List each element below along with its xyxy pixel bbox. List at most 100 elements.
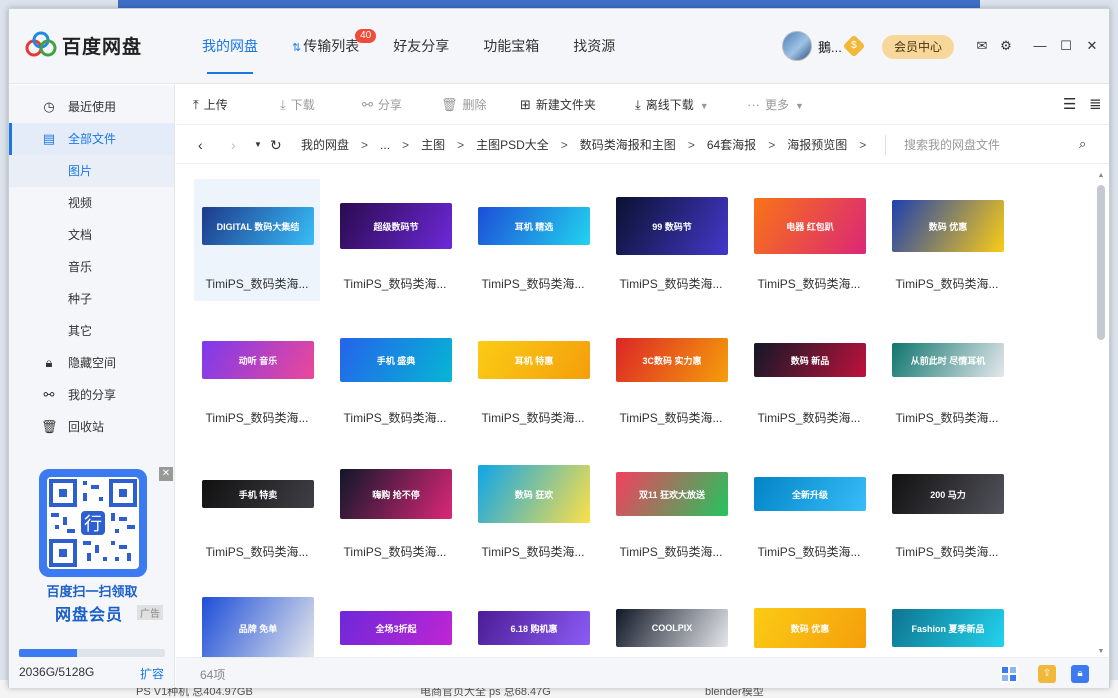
tab-find-resources[interactable]: 找资源 [556,9,632,84]
sidebar-item-hidden-space[interactable]: 🔒︎ 隐藏空间 [9,347,174,379]
sidebar-item-all-files[interactable]: ▤ 全部文件 [9,123,174,155]
sort-icon[interactable]: ☰ [1063,85,1076,125]
sidebar-item-images[interactable]: 图片 [9,155,174,187]
scrollbar-thumb[interactable] [1097,185,1105,340]
lock-icon[interactable]: 🔒︎ [1071,665,1089,683]
search-input[interactable] [904,135,1064,155]
mail-icon[interactable]: ✉ [973,37,991,55]
trash-icon: 🗑︎ [441,97,458,112]
thumbnail-caption: 手机 特卖 [238,489,278,500]
file-item[interactable]: COOLPIXTimiPS_数码类海... [608,581,734,659]
file-item[interactable]: 6.18 购机惠TimiPS_数码类海... [470,581,596,659]
maximize-icon[interactable]: ☐ [1057,37,1075,55]
search-icon[interactable]: ⌕ [1079,136,1086,152]
breadcrumb-separator: > [560,138,568,152]
list-view-icon[interactable]: ≣ [1089,85,1102,125]
scrollbar[interactable]: ▲ ▼ [1096,171,1106,659]
avatar[interactable] [782,31,812,61]
file-item[interactable]: 全场3折起TimiPS_数码类海... [332,581,458,659]
sidebar-item-others[interactable]: 其它 [9,315,174,347]
thumbnail-caption: 嗨购 抢不停 [372,489,420,500]
sidebar-item-my-shares[interactable]: ⚯ 我的分享 [9,379,174,411]
file-item[interactable]: 动听 音乐 TimiPS_数码类海... [194,313,320,435]
file-item[interactable]: 手机 特卖 TimiPS_数码类海... [194,447,320,569]
upload-button[interactable]: ⤒ 上传 [193,85,228,125]
settings-icon[interactable]: ⚙ [997,37,1015,55]
refresh-icon[interactable]: ↻ [270,126,282,164]
more-button[interactable]: ··· 更多 ▼ [747,85,804,125]
file-item[interactable]: 全新升级 TimiPS_数码类海... [746,447,872,569]
storage-usage: 2036G/5128G 扩容 [19,649,165,681]
grid-view-icon[interactable] [1000,665,1018,683]
file-item[interactable]: 99 数码节 TimiPS_数码类海... [608,179,734,301]
user-area[interactable]: 鵝... $ [782,31,866,61]
file-item[interactable]: 嗨购 抢不停 TimiPS_数码类海... [332,447,458,569]
image-thumbnail: 超级数码节 [340,203,452,249]
file-name: TimiPS_数码类海... [757,545,861,559]
delete-button[interactable]: 🗑︎ 删除 [441,85,487,125]
sidebar-item-recent[interactable]: ◷ 最近使用 [9,91,174,123]
back-icon[interactable]: ‹ [198,126,203,164]
file-item[interactable]: 双11 狂欢大放送 TimiPS_数码类海... [608,447,734,569]
download-button[interactable]: ⤓ 下载 [280,85,315,125]
file-item[interactable]: DIGITAL 数码大集结 TimiPS_数码类海... [194,179,320,301]
forward-icon[interactable]: › [231,126,236,164]
username[interactable]: 鵝... [818,37,842,56]
breadcrumb-item[interactable]: 64套海报 [707,138,756,152]
sidebar-item-label: 音乐 [68,260,93,274]
file-item[interactable]: 200 马力 TimiPS_数码类海... [884,447,1010,569]
breadcrumb-item[interactable]: 我的网盘 [301,138,349,152]
minimize-icon[interactable]: — [1031,37,1049,55]
image-thumbnail: 双11 狂欢大放送 [616,472,728,516]
download-icon: ⤓ [635,97,641,112]
breadcrumb-separator: > [859,138,867,152]
sidebar-item-recycle-bin[interactable]: 🗑︎ 回收站 [9,411,174,443]
upload-folder-icon[interactable]: ⇪ [1038,665,1056,683]
file-item[interactable]: 3C数码 实力惠 TimiPS_数码类海... [608,313,734,435]
sidebar-item-label: 图片 [68,164,93,178]
tab-label: 传输列表 [303,38,360,54]
breadcrumb-item[interactable]: ... [380,138,390,152]
offline-download-button[interactable]: ⤓ 离线下载 ▼ [635,85,709,125]
new-folder-button[interactable]: ⊞ 新建文件夹 [520,85,596,125]
expand-storage-link[interactable]: 扩容 [140,665,164,682]
promo-close-icon[interactable]: ✕ [159,467,173,481]
share-button[interactable]: ⚯ 分享 [362,85,402,125]
sidebar-item-videos[interactable]: 视频 [9,187,174,219]
file-name: TimiPS_数码类海... [205,277,309,291]
promo-banner[interactable]: 行 ✕ 百度扫一扫领取 网盘会员 广告 [19,467,173,635]
file-item[interactable]: 数码 狂欢 TimiPS_数码类海... [470,447,596,569]
file-name: TimiPS_数码类海... [757,411,861,425]
breadcrumb-item[interactable]: 主图 [421,138,445,152]
tab-toolbox[interactable]: 功能宝箱 [466,9,556,84]
file-item[interactable]: 品牌 免单TimiPS_数码类海... [194,581,320,659]
tab-my-netdisk[interactable]: 我的网盘 [185,9,275,84]
file-item[interactable]: 数码 新品 TimiPS_数码类海... [746,313,872,435]
file-item[interactable]: 电器 红包趴 TimiPS_数码类海... [746,179,872,301]
app-name: 百度网盘 [62,36,143,58]
scroll-down-icon[interactable]: ▼ [1096,647,1106,657]
tab-transfer-list[interactable]: ⇅ 传输列表 40 [275,9,377,84]
member-center-button[interactable]: 会员中心 [882,35,954,59]
file-item[interactable]: 数码 优惠TimiPS_数码类海... [746,581,872,659]
sidebar-item-documents[interactable]: 文档 [9,219,174,251]
breadcrumb-item[interactable]: 主图PSD大全 [476,138,549,152]
file-item[interactable]: 耳机 特惠 TimiPS_数码类海... [470,313,596,435]
file-item[interactable]: 从前此时 尽情耳机 TimiPS_数码类海... [884,313,1010,435]
file-item[interactable]: 数码 优惠TimiPS_数码类海... [884,179,1010,301]
breadcrumb-item[interactable]: 海报预览图 [787,138,847,152]
file-item[interactable]: 耳机 精选 TimiPS_数码类海... [470,179,596,301]
file-item[interactable]: Fashion 夏季新品TimiPS_数码类海... [884,581,1010,659]
file-item[interactable]: 超级数码节 TimiPS_数码类海... [332,179,458,301]
history-dropdown-icon[interactable]: ▼ [254,126,262,164]
file-item[interactable]: 手机 盛典 TimiPS_数码类海... [332,313,458,435]
storage-bar [19,649,165,657]
breadcrumb-separator: > [361,138,369,152]
close-icon[interactable]: ✕ [1083,37,1101,55]
sidebar-item-torrents[interactable]: 种子 [9,283,174,315]
breadcrumb-item[interactable]: 数码类海报和主图 [580,138,676,152]
tab-friend-share[interactable]: 好友分享 [376,9,466,84]
sidebar-item-music[interactable]: 音乐 [9,251,174,283]
scroll-up-icon[interactable]: ▲ [1096,171,1106,181]
thumbnail-caption: 数码 狂欢 [514,489,554,500]
